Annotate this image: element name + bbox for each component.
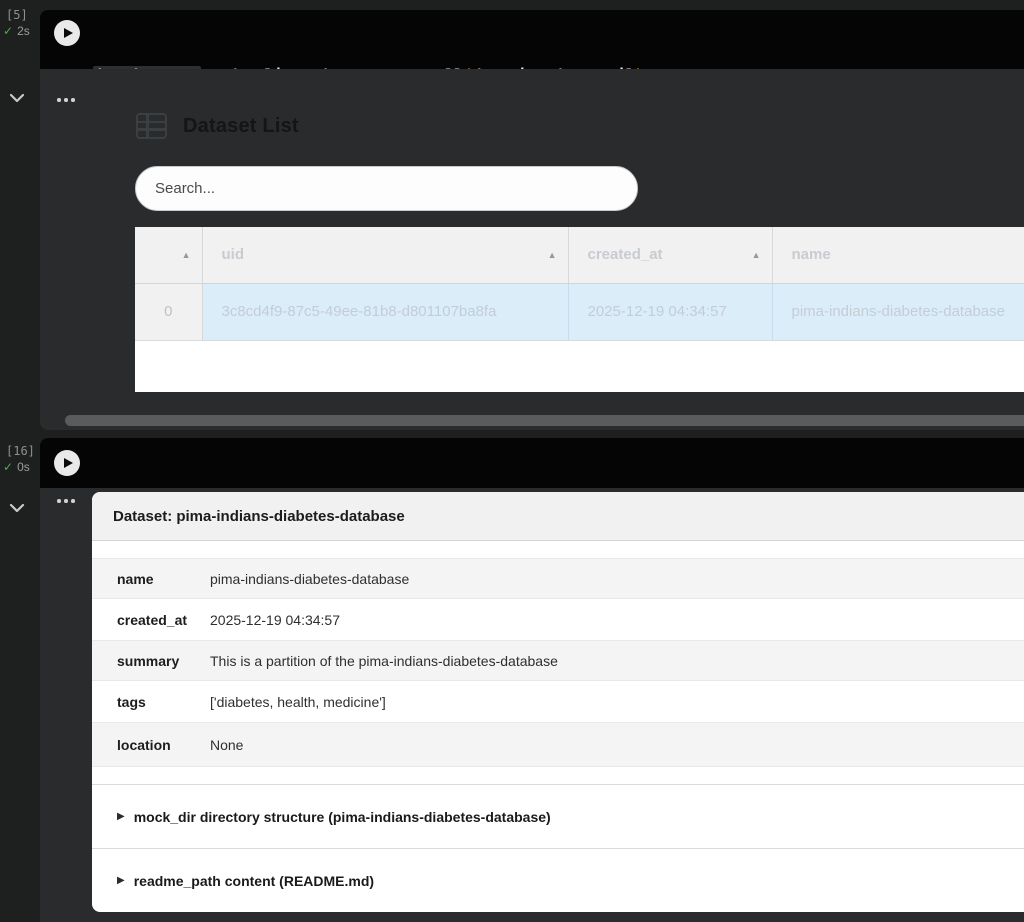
play-icon <box>63 28 73 38</box>
cell1-exec-time: 2s <box>17 24 30 38</box>
detail-row-tags: tags ['diabetes, health, medicine'] <box>117 693 386 710</box>
cell1-run-button[interactable] <box>54 20 80 46</box>
cell1-output: Dataset List ▲ uid▲ created_at▲ name▲ 0 … <box>40 69 1024 430</box>
caret-collapsed-icon: ▶ <box>117 811 125 822</box>
detail-row-created-at: created_at 2025-12-19 04:34:57 <box>117 611 340 628</box>
section-mock-dir[interactable]: ▶ mock_dir directory structure (pima-ind… <box>92 784 1024 848</box>
dataset-table-header-row: ▲ uid▲ created_at▲ name▲ <box>135 227 1024 284</box>
cell2-output-menu-icon[interactable] <box>57 499 75 503</box>
caret-collapsed-icon: ▶ <box>117 875 125 886</box>
notebook-cell-2: do1_datasets[0].describe() Dataset: pima… <box>40 438 1024 922</box>
detail-row-summary: summary This is a partition of the pima-… <box>92 640 1024 681</box>
dataset-describe-panel: Dataset: pima-indians-diabetes-database … <box>92 492 1024 912</box>
cell2-status: ✓ 0s <box>3 460 30 474</box>
cell1-collapse-chevron-icon[interactable] <box>9 90 27 103</box>
column-header-index[interactable]: ▲ <box>135 227 203 284</box>
notebook-cell-1: do1_datasets = ds_client.datasets.get_al… <box>40 10 1024 430</box>
cell-row-index: 0 <box>135 283 203 340</box>
detail-row-location: location None <box>92 722 1024 767</box>
cell1-output-menu-icon[interactable] <box>57 98 75 102</box>
cell2-output: Dataset: pima-indians-diabetes-database … <box>40 488 1024 922</box>
section-readme[interactable]: ▶ readme_path content (README.md) <box>92 848 1024 912</box>
column-header-created-at[interactable]: created_at ▲ <box>568 227 773 284</box>
column-header-name[interactable]: name▲ <box>772 227 1024 284</box>
search-input[interactable] <box>135 166 638 211</box>
cell2-collapse-chevron-icon[interactable] <box>9 500 27 513</box>
dataset-list-header: Dataset List <box>136 112 299 140</box>
panel-title: Dataset: pima-indians-diabetes-database <box>92 492 1024 541</box>
cell2-run-button[interactable] <box>54 450 80 476</box>
table-icon <box>136 113 167 139</box>
cell1-execution-count: [5] <box>6 8 28 22</box>
horizontal-scrollbar[interactable] <box>65 415 1024 426</box>
table-empty-area <box>135 340 1024 392</box>
success-check-icon: ✓ <box>3 24 14 38</box>
cell-uid: 3c8cd4f9-87c5-49ee-81b8-d801107ba8fa <box>202 283 569 340</box>
play-icon <box>63 458 73 468</box>
cell1-code-editor[interactable]: do1_datasets = ds_client.datasets.get_al… <box>40 10 1024 147</box>
dataset-table: ▲ uid▲ created_at▲ name▲ 0 3c8cd4f9-87c5… <box>135 227 1024 340</box>
sort-asc-icon: ▲ <box>547 249 557 260</box>
cell-name: pima-indians-diabetes-database <box>772 283 1024 340</box>
sort-asc-icon: ▲ <box>751 249 761 260</box>
cell2-execution-count: [16] <box>6 444 35 458</box>
widget-title: Dataset List <box>183 114 299 137</box>
column-header-uid[interactable]: uid ▲ <box>202 227 569 284</box>
cell2-exec-time: 0s <box>17 460 30 474</box>
table-row[interactable]: 0 3c8cd4f9-87c5-49ee-81b8-d801107ba8fa 2… <box>135 283 1024 340</box>
sort-asc-icon: ▲ <box>181 249 191 260</box>
detail-row-name: name pima-indians-diabetes-database <box>92 558 1024 599</box>
cell-created-at: 2025-12-19 04:34:57 <box>568 283 773 340</box>
success-check-icon: ✓ <box>3 460 14 474</box>
cell2-code-editor[interactable]: do1_datasets[0].describe() <box>40 438 1024 514</box>
cell1-status: ✓ 2s <box>3 24 30 38</box>
dataset-detail-rows: name pima-indians-diabetes-database crea… <box>92 558 1024 767</box>
